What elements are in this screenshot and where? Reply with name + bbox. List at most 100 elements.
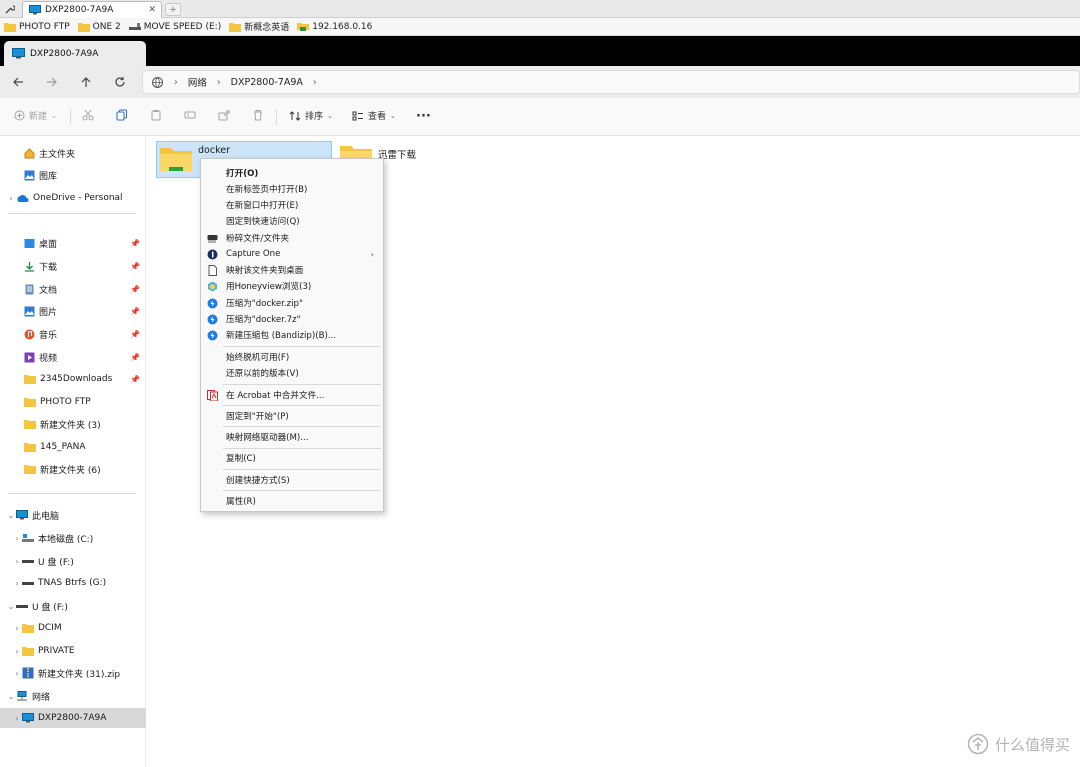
bookmark-one-2[interactable]: ONE 2 <box>77 22 121 32</box>
menu-item-restore-versions[interactable]: 还原以前的版本(V) <box>201 365 383 381</box>
bookmark-photo-ftp[interactable]: PHOTO FTP <box>4 22 70 32</box>
sidebar-item-usb-f[interactable]: › U 盘 (F:) <box>0 551 146 571</box>
breadcrumb-network[interactable]: 网络 <box>188 75 207 89</box>
honeyview-icon <box>208 281 217 291</box>
menu-item-open[interactable]: 打开(O) <box>201 165 383 181</box>
delete-button[interactable] <box>252 109 264 121</box>
new-button[interactable]: 新建 ⌄ <box>14 109 57 122</box>
chevron-right-icon[interactable]: › <box>12 534 22 543</box>
sidebar-item-usb-f-expanded[interactable]: ⌄ U 盘 (F:) <box>0 596 146 616</box>
gallery-icon <box>24 170 35 180</box>
cut-button[interactable] <box>82 109 94 121</box>
menu-item-map-to-desktop[interactable]: 映射该文件夹到桌面 <box>201 262 383 278</box>
sidebar-item-145-pana[interactable]: 145_PANA <box>0 437 146 457</box>
chevron-right-icon[interactable]: › <box>174 77 178 88</box>
view-button[interactable]: 查看 ⌄ <box>352 109 396 122</box>
up-button[interactable] <box>78 74 94 90</box>
sidebar-item-local-disk-c[interactable]: › 本地磁盘 (C:) <box>0 528 146 548</box>
chevron-right-icon[interactable]: › <box>217 77 221 88</box>
sidebar-item-music[interactable]: 音乐 📌 <box>0 324 146 344</box>
pin-icon[interactable]: 📌 <box>130 307 140 316</box>
sidebar-item-new-folder-3[interactable]: 新建文件夹 (3) <box>0 414 146 434</box>
clipboard-icon <box>151 110 161 121</box>
share-button[interactable] <box>218 109 230 121</box>
menu-item-copy[interactable]: 复制(C) <box>201 450 383 466</box>
sidebar-item-network[interactable]: ⌄ 网络 <box>0 686 146 706</box>
chevron-down-icon[interactable]: ⌄ <box>6 692 16 701</box>
chevron-down-icon[interactable]: ⌄ <box>6 602 16 611</box>
host-tab[interactable]: DXP2800-7A9A ✕ <box>22 1 162 18</box>
sidebar-item-dcim[interactable]: › DCIM <box>0 618 146 638</box>
pin-icon[interactable]: 📌 <box>130 353 140 362</box>
file-icon <box>208 264 217 276</box>
sidebar-item-label: PRIVATE <box>38 646 75 656</box>
sort-button[interactable]: 排序 ⌄ <box>289 109 333 122</box>
more-options-button[interactable]: ··· <box>416 109 431 124</box>
chevron-right-icon[interactable]: › <box>12 669 22 678</box>
back-button[interactable] <box>10 74 26 90</box>
menu-item-open-new-tab[interactable]: 在新标签页中打开(B) <box>201 181 383 197</box>
sidebar-item-label: 此电脑 <box>32 511 60 522</box>
bookmark-192-168-0-16[interactable]: 192.168.0.16 <box>297 22 372 32</box>
copy-button[interactable] <box>116 109 128 121</box>
sidebar-item-2345downloads[interactable]: 2345Downloads 📌 <box>0 369 146 389</box>
menu-item-open-new-window[interactable]: 在新窗口中打开(E) <box>201 197 383 213</box>
sidebar-item-downloads[interactable]: 下载 📌 <box>0 256 146 276</box>
sidebar-item-this-pc[interactable]: ⌄ 此电脑 <box>0 505 146 525</box>
file-name: docker <box>198 145 230 156</box>
pin-icon[interactable]: 📌 <box>130 262 140 271</box>
bookmark-move-speed[interactable]: MOVE SPEED (E:) <box>128 22 221 32</box>
sidebar-item-pictures[interactable]: 图片 📌 <box>0 301 146 321</box>
paste-button[interactable] <box>150 109 162 121</box>
bookmark-xingainian[interactable]: 新概念英语 <box>229 20 289 33</box>
chevron-right-icon[interactable]: › <box>12 579 22 588</box>
sidebar-item-new-folder-6[interactable]: 新建文件夹 (6) <box>0 459 146 479</box>
explorer-tab[interactable]: DXP2800-7A9A <box>4 41 146 66</box>
menu-item-new-archive[interactable]: 新建压缩包 (Bandizip)(B)... <box>201 327 383 343</box>
menu-item-create-shortcut[interactable]: 创建快捷方式(S) <box>201 472 383 488</box>
chevron-right-icon[interactable]: › <box>12 647 22 656</box>
sidebar-item-home[interactable]: 主文件夹 <box>0 143 146 163</box>
new-tab-button[interactable]: + <box>165 3 181 16</box>
sidebar-item-tnas-g[interactable]: › TNAS Btrfs (G:) <box>0 573 146 593</box>
sidebar-item-dxp2800[interactable]: › DXP2800-7A9A <box>0 708 146 728</box>
close-icon[interactable]: ✕ <box>148 5 156 15</box>
sidebar-item-videos[interactable]: 视频 📌 <box>0 347 146 367</box>
sidebar-item-desktop[interactable]: 桌面 📌 <box>0 233 146 253</box>
sidebar-item-private[interactable]: › PRIVATE <box>0 641 146 661</box>
pin-icon[interactable]: 📌 <box>130 239 140 248</box>
chevron-right-icon[interactable]: › <box>6 194 16 203</box>
menu-item-pin-quick-access[interactable]: 固定到快速访问(Q) <box>201 213 383 229</box>
sidebar-item-zip[interactable]: › 新建文件夹 (31).zip <box>0 663 146 683</box>
share-icon <box>218 110 230 121</box>
menu-item-compress-zip[interactable]: 压缩为"docker.zip" <box>201 295 383 311</box>
rename-button[interactable] <box>184 109 196 121</box>
menu-item-shred[interactable]: 粉碎文件/文件夹 <box>201 230 383 246</box>
sidebar-item-label: 音乐 <box>39 330 58 341</box>
pin-icon[interactable]: 📌 <box>130 285 140 294</box>
sidebar-item-photo-ftp[interactable]: PHOTO FTP <box>0 392 146 412</box>
menu-item-acrobat[interactable]: 在 Acrobat 中合并文件... <box>201 387 383 403</box>
pin-icon[interactable]: 📌 <box>130 330 140 339</box>
chevron-right-icon[interactable]: › <box>313 77 317 88</box>
chevron-down-icon[interactable]: ⌄ <box>6 511 16 520</box>
menu-item-map-network-drive[interactable]: 映射网络驱动器(M)... <box>201 429 383 445</box>
chevron-right-icon[interactable]: › <box>12 714 22 723</box>
refresh-button[interactable] <box>112 74 128 90</box>
pin-icon[interactable]: 📌 <box>130 375 140 384</box>
menu-item-compress-7z[interactable]: 压缩为"docker.7z" <box>201 311 383 327</box>
menu-item-properties[interactable]: 属性(R) <box>201 493 383 509</box>
forward-button[interactable] <box>44 74 60 90</box>
sidebar-item-onedrive[interactable]: › OneDrive - Personal <box>0 188 146 208</box>
sidebar-item-gallery[interactable]: 图库 <box>0 165 146 185</box>
breadcrumb-device[interactable]: DXP2800-7A9A <box>231 77 303 88</box>
menu-item-honeyview[interactable]: 用Honeyview浏览(3) <box>201 278 383 294</box>
chevron-right-icon[interactable]: › <box>12 557 22 566</box>
menu-item-pin-start[interactable]: 固定到"开始"(P) <box>201 408 383 424</box>
chevron-right-icon[interactable]: › <box>12 624 22 633</box>
breadcrumb[interactable]: › 网络 › DXP2800-7A9A › <box>142 70 1080 94</box>
sidebar-item-documents[interactable]: 文档 📌 <box>0 279 146 299</box>
wrench-icon[interactable] <box>5 4 15 14</box>
menu-item-offline[interactable]: 始终脱机可用(F) <box>201 349 383 365</box>
menu-item-capture-one[interactable]: Capture One › <box>201 246 383 262</box>
